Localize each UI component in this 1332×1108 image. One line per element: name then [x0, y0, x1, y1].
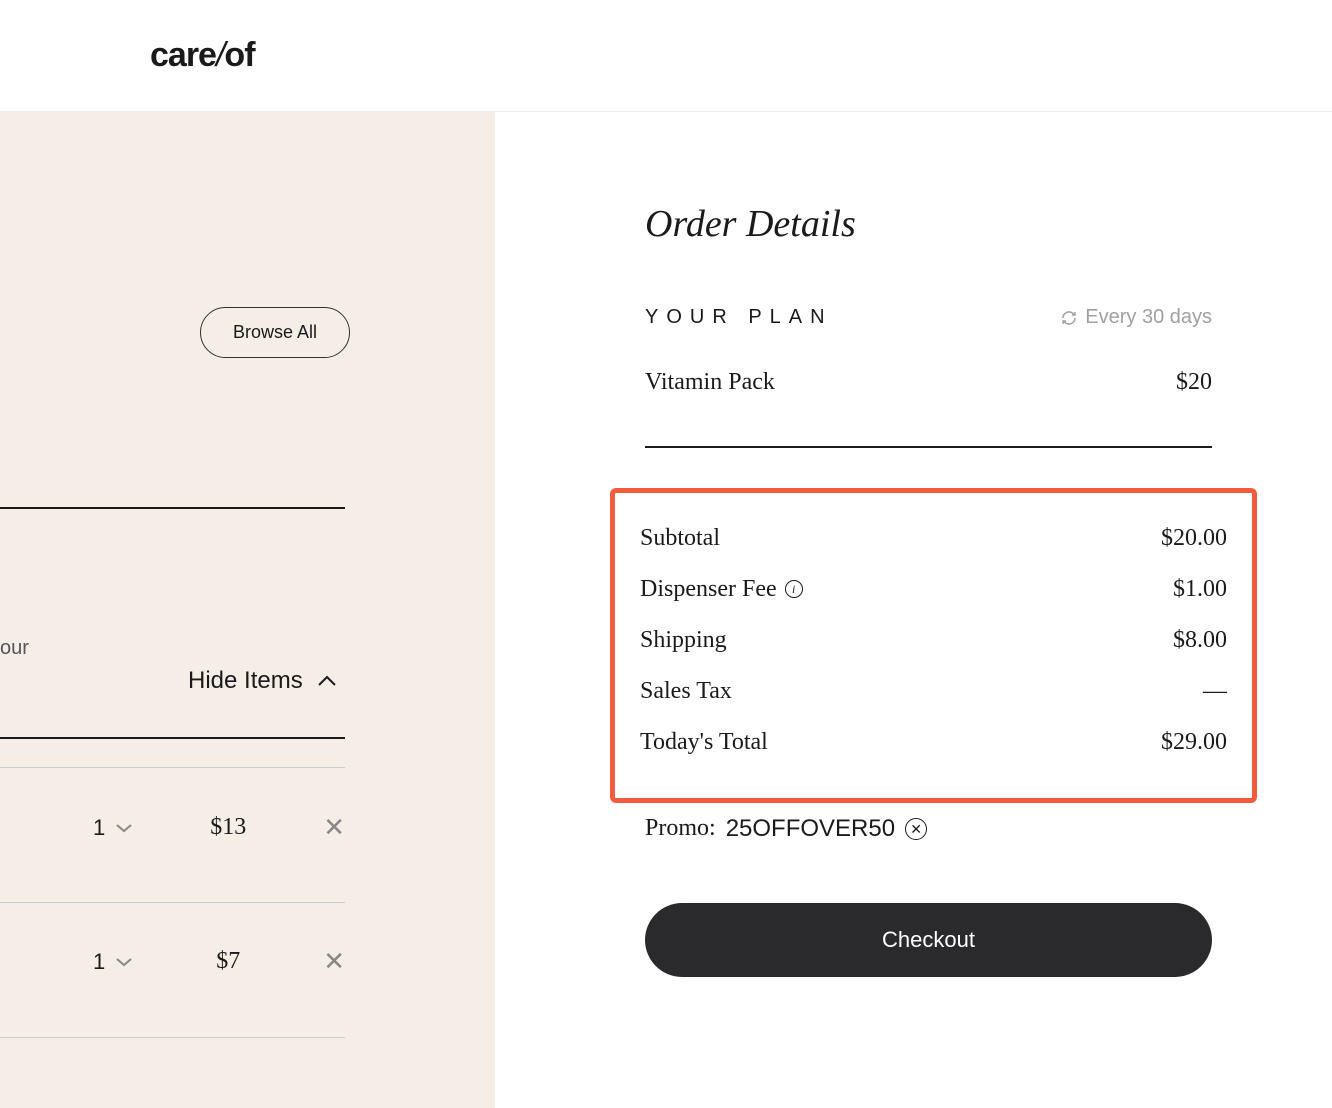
remove-item-button[interactable]: ✕: [323, 812, 345, 843]
item-divider: [0, 767, 345, 768]
left-panel: Browse All our Hide Items 1 $13 ✕ 1 $7 ✕: [0, 112, 495, 1108]
order-details-title: Order Details: [645, 202, 1212, 246]
subtotal-row: Subtotal $20.00: [640, 513, 1227, 564]
plan-header-row: YOUR PLAN Every 30 days: [645, 306, 1212, 329]
dispenser-fee-value: $1.00: [1173, 576, 1227, 603]
sales-tax-value: —: [1203, 678, 1227, 705]
divider: [645, 446, 1212, 448]
total-label: Today's Total: [640, 729, 768, 756]
plan-item-row: Vitamin Pack $20: [645, 369, 1212, 396]
info-icon[interactable]: i: [785, 580, 803, 598]
promo-prefix: Promo:: [645, 815, 716, 842]
logo-part1: care: [150, 36, 216, 74]
cart-item-row: 1 $7 ✕: [0, 946, 345, 977]
remove-promo-button[interactable]: ✕: [905, 818, 927, 840]
item-divider: [0, 1037, 345, 1038]
quantity-select[interactable]: 1: [93, 815, 133, 841]
chevron-down-icon: [115, 823, 133, 833]
cart-item-row: 1 $13 ✕: [0, 812, 345, 843]
item-price: $13: [203, 814, 253, 841]
item-divider: [0, 902, 345, 903]
quantity-value: 1: [93, 949, 105, 975]
plan-item-price: $20: [1176, 369, 1212, 396]
subtotal-label: Subtotal: [640, 525, 720, 552]
divider: [0, 507, 345, 509]
shipping-row: Shipping $8.00: [640, 615, 1227, 666]
quantity-select[interactable]: 1: [93, 949, 133, 975]
logo[interactable]: care/of: [150, 36, 255, 75]
browse-all-button[interactable]: Browse All: [200, 307, 350, 358]
your-plan-label: YOUR PLAN: [645, 306, 833, 329]
chevron-down-icon: [115, 957, 133, 967]
remove-item-button[interactable]: ✕: [323, 946, 345, 977]
plan-item-name: Vitamin Pack: [645, 369, 775, 396]
header: care/of: [0, 0, 1332, 112]
total-value: $29.00: [1161, 729, 1227, 756]
content: Browse All our Hide Items 1 $13 ✕ 1 $7 ✕: [0, 112, 1332, 1108]
partial-text: our: [0, 637, 29, 660]
cost-summary-box: Subtotal $20.00 Dispenser Fee i $1.00 Sh…: [610, 488, 1257, 803]
right-panel: Order Details YOUR PLAN Every 30 days Vi…: [495, 112, 1332, 1108]
promo-code: 25OFFOVER50: [726, 815, 895, 843]
dispenser-fee-label-group: Dispenser Fee i: [640, 576, 803, 603]
refresh-icon: [1061, 310, 1077, 326]
divider: [0, 737, 345, 739]
hide-items-label: Hide Items: [188, 667, 303, 695]
sales-tax-row: Sales Tax —: [640, 666, 1227, 717]
quantity-value: 1: [93, 815, 105, 841]
frequency-group: Every 30 days: [1061, 306, 1212, 329]
sales-tax-label: Sales Tax: [640, 678, 732, 705]
shipping-value: $8.00: [1173, 627, 1227, 654]
chevron-up-icon: [317, 675, 337, 687]
total-row: Today's Total $29.00: [640, 717, 1227, 768]
checkout-button[interactable]: Checkout: [645, 903, 1212, 977]
dispenser-fee-row: Dispenser Fee i $1.00: [640, 564, 1227, 615]
hide-items-toggle[interactable]: Hide Items: [188, 667, 337, 695]
subtotal-value: $20.00: [1161, 525, 1227, 552]
item-price: $7: [203, 948, 253, 975]
promo-row: Promo: 25OFFOVER50 ✕: [645, 815, 1212, 843]
dispenser-fee-label: Dispenser Fee: [640, 576, 777, 603]
frequency-text: Every 30 days: [1085, 306, 1212, 329]
logo-part2: of: [224, 36, 254, 74]
shipping-label: Shipping: [640, 627, 727, 654]
